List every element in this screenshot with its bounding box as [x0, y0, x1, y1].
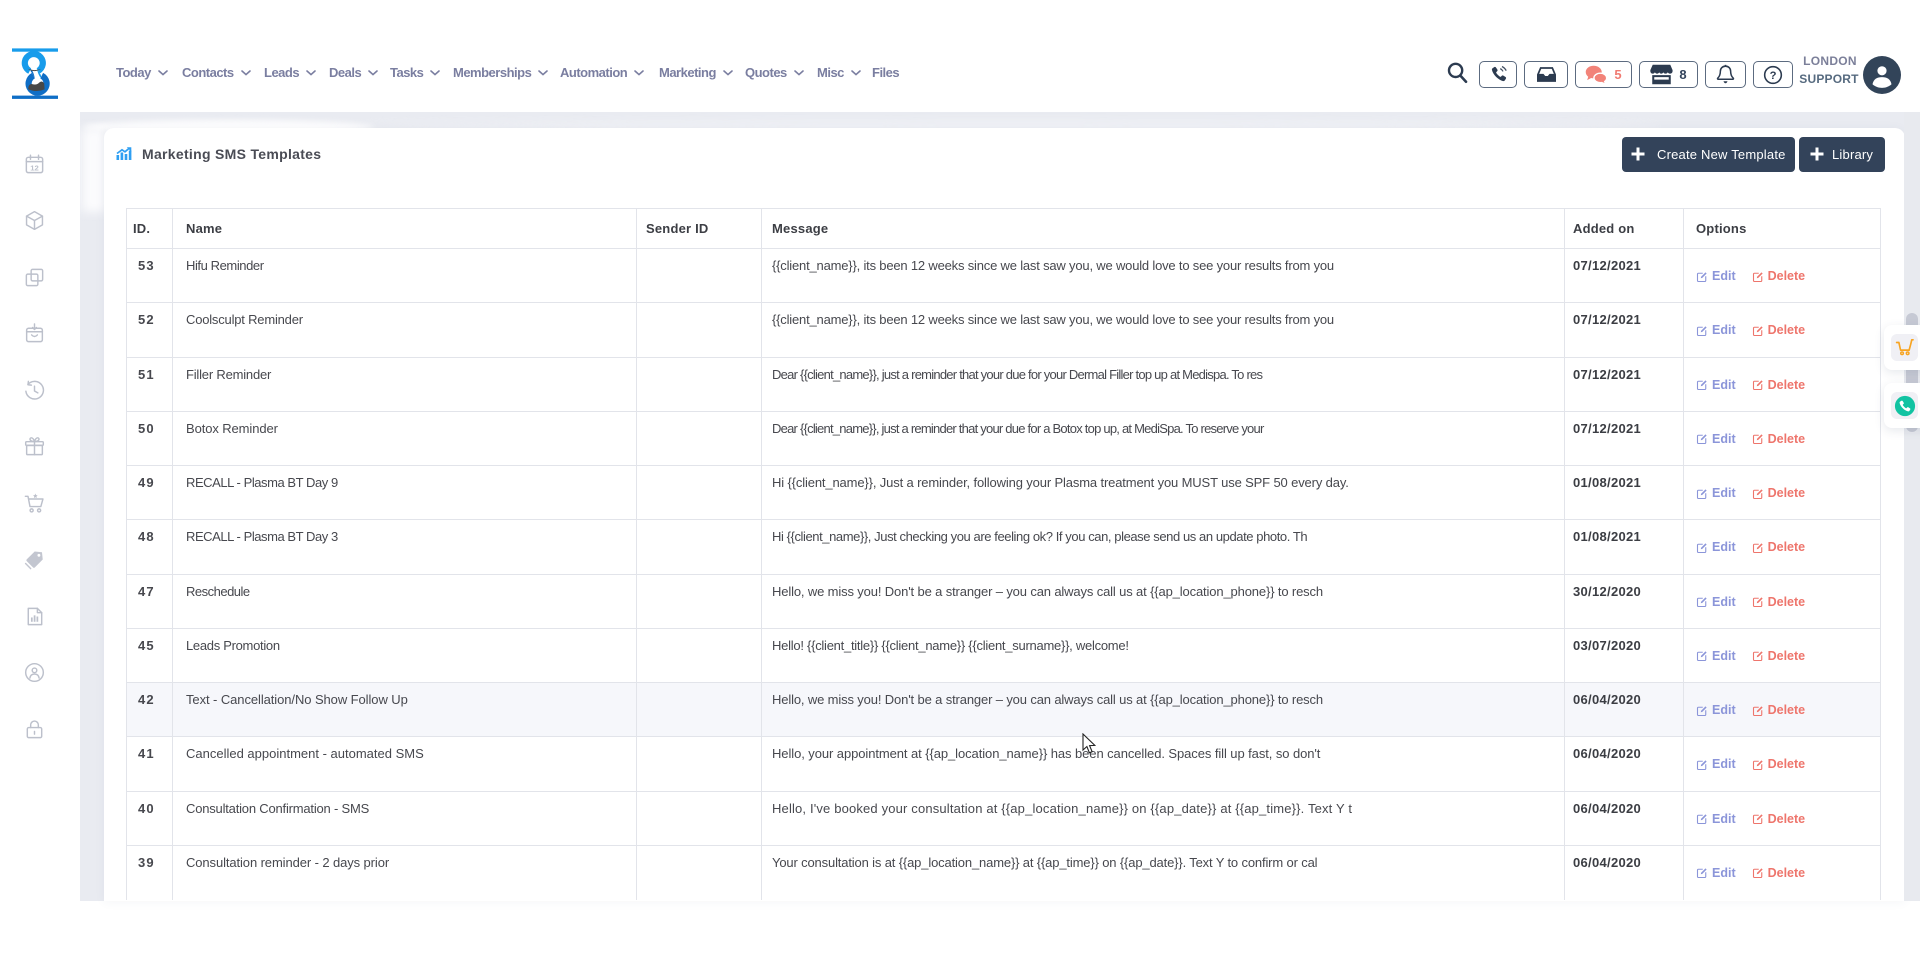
svg-text:?: ? — [1770, 70, 1777, 82]
svg-text:12: 12 — [30, 164, 39, 173]
